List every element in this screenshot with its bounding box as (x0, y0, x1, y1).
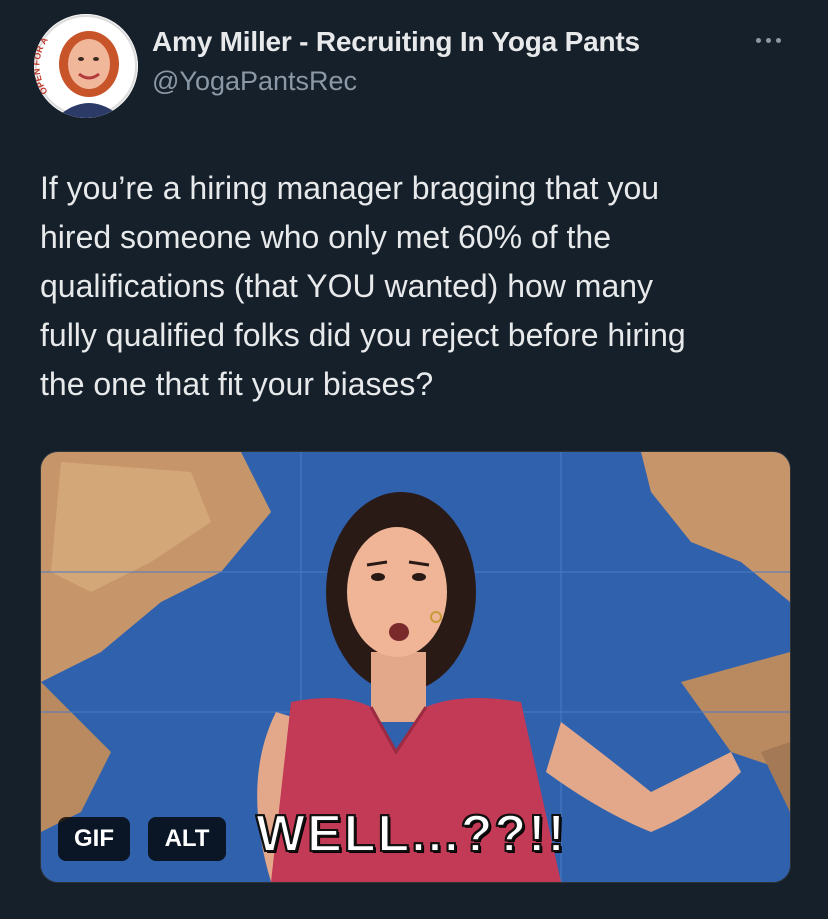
tweet-card: OPEN FOR ARGUING Amy Miller - Recruiting… (0, 0, 828, 919)
author-display-name[interactable]: Amy Miller - Recruiting In Yoga Pants (152, 26, 640, 58)
more-dot (765, 37, 771, 43)
more-dot (775, 37, 781, 43)
tweet-text: If you’re a hiring manager bragging that… (40, 170, 686, 402)
gif-badge: GIF (58, 817, 130, 861)
gif-caption: WELL...??!! (255, 804, 567, 864)
more-dot (755, 37, 761, 43)
avatar-image: OPEN FOR ARGUING (34, 14, 138, 118)
more-options-icon[interactable] (748, 30, 788, 50)
alt-text-button[interactable]: ALT (148, 817, 226, 861)
author-handle[interactable]: @YogaPantsRec (152, 66, 357, 97)
avatar[interactable]: OPEN FOR ARGUING (34, 14, 138, 118)
media-gif[interactable]: WELL...??!! GIF ALT (40, 451, 791, 883)
